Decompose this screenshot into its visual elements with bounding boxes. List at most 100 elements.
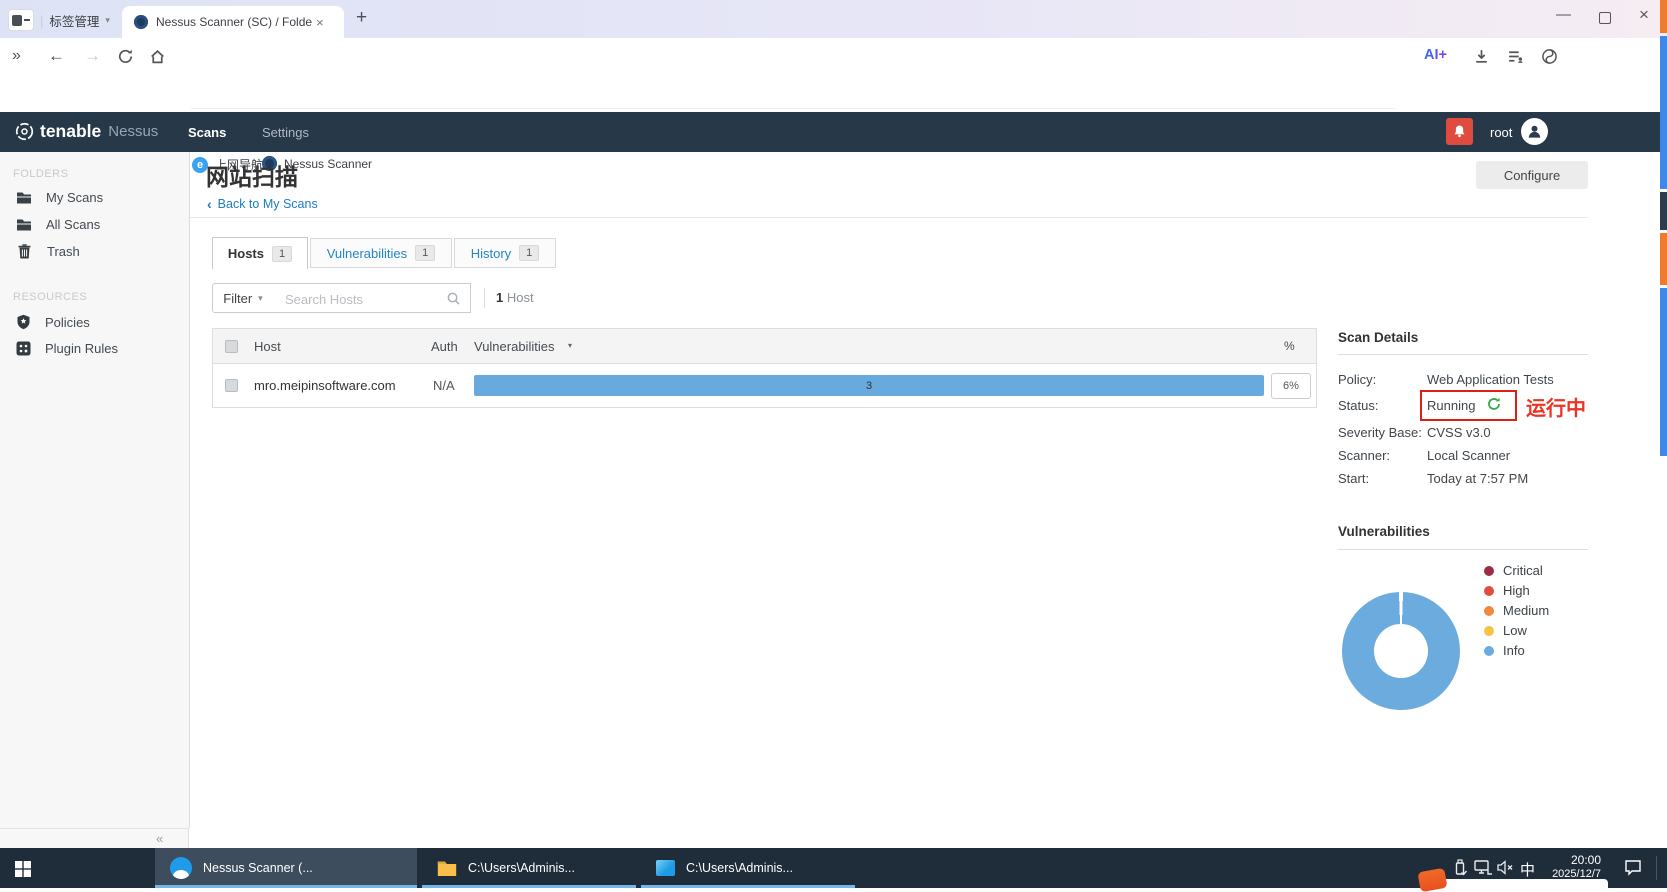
bookmarks-bar: ★ 全部书签 常用书签 | e 上网导航 Nessus Scanner [0,76,1667,108]
sidebar-item-policies[interactable]: Policies [16,314,90,330]
vulnerabilities-donut-chart[interactable] [1342,592,1460,710]
legend-item-critical: Critical [1484,564,1549,577]
nav-settings[interactable]: Settings [262,125,309,140]
product-name: Nessus [108,123,158,140]
avatar[interactable] [1521,118,1548,145]
table-row[interactable]: mro.meipinsoftware.com N/A 3 6% [213,364,1316,408]
edge-strip-blue-bottom [1660,288,1667,456]
chevron-left-icon: ‹ [207,196,212,212]
scan-details-divider [1338,354,1588,355]
notifications-button[interactable] [1446,118,1473,145]
task-window[interactable]: C:\Users\Adminis... [641,848,855,888]
task-browser[interactable]: Nessus Scanner (... [155,848,417,888]
tab-vulnerabilities-label: Vulnerabilities [327,246,407,261]
legend-dot-info [1484,646,1494,656]
sidebar-item-all-scans[interactable]: All Scans [16,217,100,232]
percent-cell: 6% [1271,373,1311,399]
tab-manager-label: 标签管理 [49,11,99,30]
filter-divider [484,288,485,308]
tab-hosts[interactable]: Hosts 1 [212,237,308,269]
collapse-sidebar-icon[interactable]: « [156,831,163,846]
filter-button[interactable]: Filter ▾ [212,283,274,313]
download-icon[interactable] [1473,48,1490,65]
tab-history-label: History [471,246,511,261]
start-label: Start: [1338,471,1369,486]
browser-nav-row: » ← → https://localhost:8834/#/scans/rep… [0,38,1667,77]
toast-popup[interactable] [1441,879,1608,888]
puzzle-icon [16,341,31,356]
tab-manager-button[interactable]: | 标签管理 ▾ [8,9,110,31]
all-scans-label: All Scans [46,217,100,232]
volume-muted-icon[interactable] [1497,860,1514,875]
policy-value: Web Application Tests [1427,372,1554,387]
usb-icon[interactable] [1452,859,1468,877]
tab-close-icon[interactable]: × [316,15,324,30]
tab-hosts-label: Hosts [228,246,264,261]
tab-history[interactable]: History 1 [454,238,556,268]
host-cell[interactable]: mro.meipinsoftware.com [254,378,396,393]
select-all-checkbox[interactable] [225,340,238,353]
tab-vulnerabilities-count: 1 [415,245,435,261]
back-icon[interactable]: ← [48,46,65,66]
severity-value: CVSS v3.0 [1427,425,1491,440]
back-to-my-scans-link[interactable]: ‹ Back to My Scans [207,196,318,212]
network-icon[interactable] [1474,860,1493,876]
sidebar-item-my-scans[interactable]: My Scans [16,190,103,205]
overflow-chevrons-icon[interactable]: » [12,48,19,64]
sidebar-footer: « [0,828,189,848]
home-icon[interactable] [149,48,166,65]
toast-app-icon[interactable] [1417,868,1447,892]
edge-strip-navy [1660,192,1667,230]
col-host[interactable]: Host [254,339,281,354]
theme-icon[interactable] [1541,48,1558,65]
page-title: 网站扫描 [206,158,298,192]
close-window-icon[interactable]: × [1639,5,1649,25]
col-percent[interactable]: % [1284,339,1295,353]
col-auth[interactable]: Auth [431,339,458,354]
chevron-down-icon: ▾ [105,15,110,26]
forward-icon[interactable]: → [84,46,101,66]
sidebar-item-trash[interactable]: Trash [18,244,80,259]
vulnerabilities-divider [1338,549,1588,550]
reading-list-icon[interactable] [1507,48,1524,65]
tenable-logo[interactable]: tenable Nessus [14,121,158,142]
sidebar-item-plugin-rules[interactable]: Plugin Rules [16,341,118,356]
user-name[interactable]: root [1490,125,1512,140]
row-checkbox[interactable] [225,379,238,392]
vulnerabilities-heading: Vulnerabilities [1338,524,1430,539]
edge-strip-blue-top [1660,36,1667,189]
auth-cell: N/A [433,378,455,393]
ai-button[interactable]: AI+ [1424,47,1447,63]
notification-center-icon[interactable] [1624,859,1642,876]
browser-tab[interactable]: Nessus Scanner (SC) / Folde × [122,6,344,38]
maximize-icon[interactable] [1599,12,1611,24]
tab-vulnerabilities[interactable]: Vulnerabilities 1 [310,238,452,268]
reload-icon[interactable] [117,48,134,65]
start-button[interactable] [15,861,31,877]
app-navbar: tenable Nessus Scans Settings root [0,112,1667,152]
legend-item-info: Info [1484,644,1549,657]
column-sort-caret-icon[interactable]: ▾ [568,341,572,350]
window-task-icon [656,860,675,876]
ime-indicator[interactable]: 中 [1520,859,1535,880]
legend-dot-high [1484,586,1494,596]
tenable-logo-icon [14,121,35,142]
show-desktop-divider[interactable] [1656,856,1657,880]
clock[interactable]: 20:00 2025/12/7 [1545,853,1601,881]
search-hosts-box[interactable] [273,283,471,313]
configure-button[interactable]: Configure [1476,161,1588,189]
chevron-down-icon: ▾ [258,293,263,304]
vulnerability-bar[interactable]: 3 [474,375,1264,396]
minimize-icon[interactable]: — [1556,6,1571,23]
new-tab-button[interactable]: + [356,7,367,29]
filter-label: Filter [223,291,252,306]
hosts-table: Host Auth Vulnerabilities ▾ % mro.meipin… [212,328,1317,408]
task-folder[interactable]: C:\Users\Adminis... [422,848,636,888]
legend-dot-low [1484,626,1494,636]
nav-scans[interactable]: Scans [188,125,226,140]
browser-task-icon [170,857,192,879]
col-vulnerabilities[interactable]: Vulnerabilities [474,339,554,354]
legend-label-medium: Medium [1503,603,1549,618]
search-hosts-input[interactable] [283,285,447,313]
folders-heading: FOLDERS [13,168,68,180]
